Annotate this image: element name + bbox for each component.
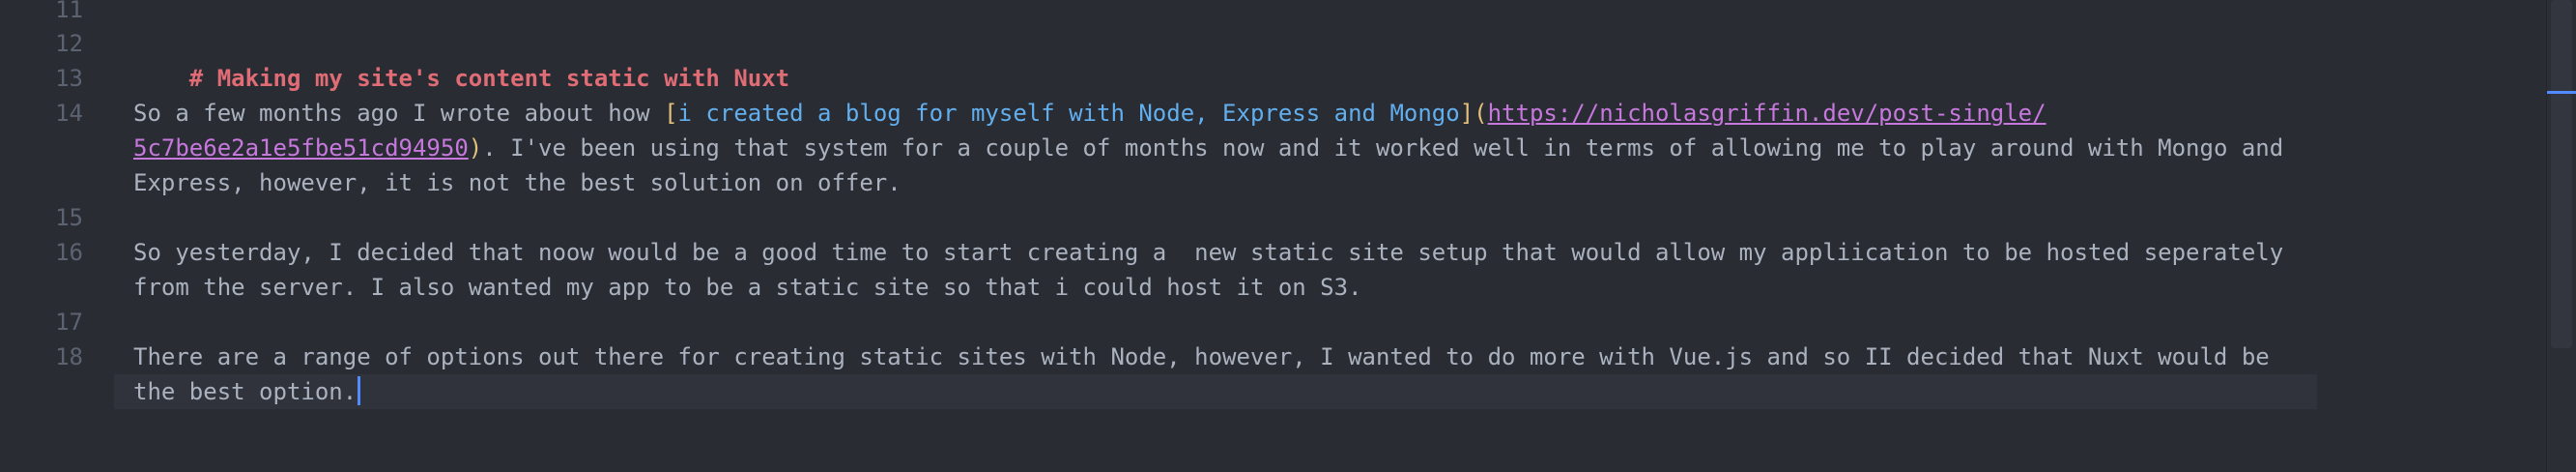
markdown-link-text: i created a blog for myself with Node, E… xyxy=(677,100,1460,127)
line-number: 14 xyxy=(55,100,83,127)
scrollbar-thumb[interactable] xyxy=(2551,0,2572,348)
editor-line-18-wrap[interactable]: the best option. xyxy=(133,374,361,409)
editor-line-14-wrap[interactable]: 5c7be6e2a1e5fbe51cd94950). I've been usi… xyxy=(133,131,2283,165)
editor-line-16[interactable]: So yesterday, I decided that noow would … xyxy=(133,235,2283,270)
line-number: 15 xyxy=(55,204,83,231)
line-number: 13 xyxy=(55,65,83,92)
vertical-scrollbar[interactable] xyxy=(2546,0,2576,472)
editor-line-12[interactable]: # Making my site's content static with N… xyxy=(133,26,789,92)
text-span: So yesterday, I decided that noow would … xyxy=(133,239,2284,266)
editor-line-14[interactable]: So a few months ago I wrote about how [i… xyxy=(133,96,2046,131)
code-editor[interactable]: 11 12 13 14 15 16 17 18 # Making my site… xyxy=(0,0,2547,472)
markdown-link-url[interactable]: https://nicholasgriffin.dev/post-single/ xyxy=(1488,100,2046,127)
markdown-link-open-paren: ( xyxy=(1474,100,1488,127)
scrollbar-cursor-marker xyxy=(2547,91,2576,94)
markdown-link-open-bracket: [ xyxy=(664,100,678,127)
markdown-heading: # Making my site's content static with N… xyxy=(188,65,790,92)
line-number: 17 xyxy=(55,309,83,336)
text-span: from the server. I also wanted my app to… xyxy=(133,274,1362,301)
markdown-link-close-paren: ) xyxy=(468,134,483,162)
text-span: So a few months ago I wrote about how xyxy=(133,100,665,127)
line-number: 16 xyxy=(55,239,83,266)
editor-line-14-wrap[interactable]: Express, however, it is not the best sol… xyxy=(133,165,902,200)
editor-line-16-wrap[interactable]: from the server. I also wanted my app to… xyxy=(133,270,1362,305)
line-number-gutter: 11 12 13 14 15 16 17 18 xyxy=(0,0,114,472)
line-number: 11 xyxy=(55,0,83,23)
editor-line-18[interactable]: There are a range of options out there f… xyxy=(133,339,2270,374)
markdown-link-close-bracket: ] xyxy=(1459,100,1474,127)
text-span: There are a range of options out there f… xyxy=(133,343,2270,370)
markdown-link-url-continued[interactable]: 5c7be6e2a1e5fbe51cd94950 xyxy=(133,134,469,162)
line-number: 18 xyxy=(55,343,83,370)
active-line-highlight xyxy=(114,374,2317,409)
line-number: 12 xyxy=(55,30,83,57)
text-cursor xyxy=(358,376,361,405)
text-span: Express, however, it is not the best sol… xyxy=(133,169,902,196)
text-span: the best option. xyxy=(133,378,358,405)
text-span: . I've been using that system for a coup… xyxy=(482,134,2284,162)
